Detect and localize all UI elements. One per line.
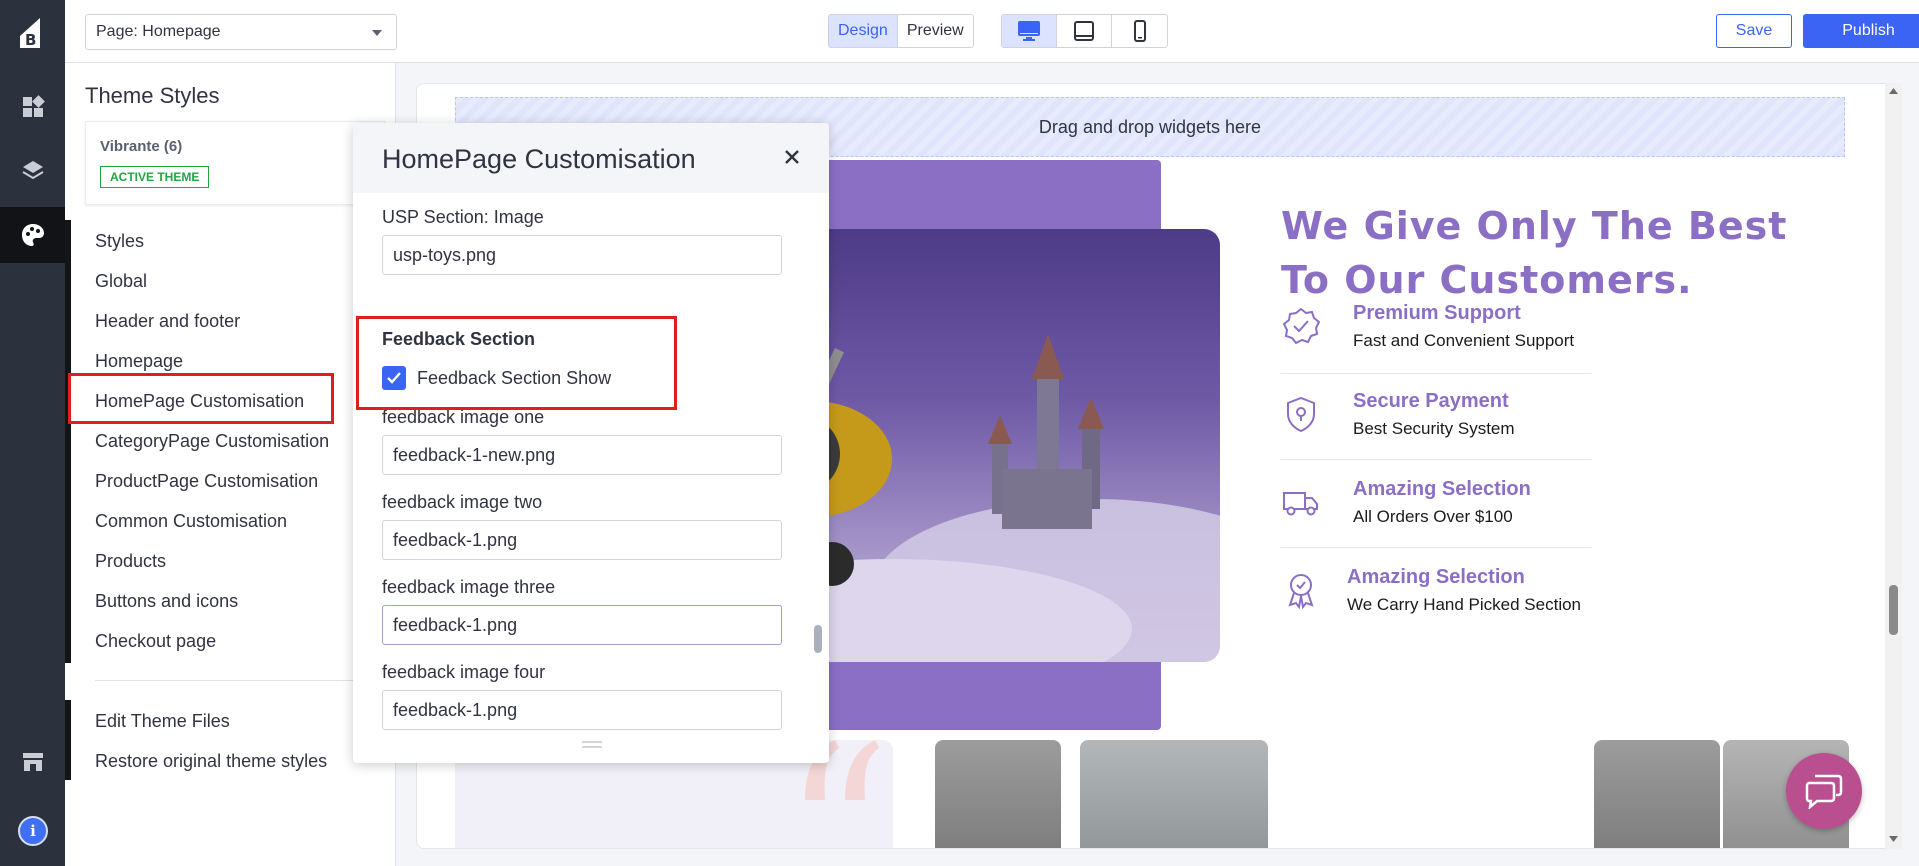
theme-name: Vibrante (6) [100, 138, 183, 155]
sidebar-item-styles[interactable]: Styles [95, 231, 144, 252]
usp-divider [1281, 459, 1591, 460]
theme-card: Vibrante (6) ACTIVE THEME [85, 121, 385, 205]
sidebar-item-productpage-customisation[interactable]: ProductPage Customisation [95, 471, 318, 492]
widgets-icon[interactable] [0, 79, 65, 135]
usp-item: Amazing Selection All Orders Over $100 [1281, 478, 1591, 528]
modal-scrollbar[interactable] [813, 205, 823, 745]
page-select-value: Page: Homepage [96, 23, 221, 40]
feedback-image-one-field[interactable]: feedback-1-new.png [382, 435, 782, 475]
tablet-icon [1074, 21, 1094, 41]
scroll-down-icon[interactable] [1888, 835, 1899, 843]
sidebar-item-header-footer[interactable]: Header and footer [95, 311, 240, 332]
homepage-customisation-modal: HomePage Customisation USP Section: Imag… [353, 123, 829, 763]
panel-title: Theme Styles [85, 83, 220, 108]
scroll-up-icon[interactable] [1888, 87, 1899, 95]
info-glyph: i [30, 822, 36, 840]
feedback-image-one-label: feedback image one [382, 407, 545, 427]
nav-accent-bar [65, 220, 71, 663]
feedback-image-four-field[interactable]: feedback-1.png [382, 690, 782, 730]
desktop-icon [1018, 21, 1040, 41]
feedback-photo [935, 740, 1061, 848]
page-select[interactable]: Page: Homepage [85, 14, 397, 50]
resize-grip-icon[interactable] [582, 741, 602, 748]
scrollbar-thumb[interactable] [1889, 585, 1898, 635]
usp-title: We Give Only The Best To Our Customers. [1281, 204, 1788, 302]
feedback-image-three-label: feedback image three [382, 577, 556, 597]
chat-button[interactable] [1786, 753, 1862, 829]
info-icon[interactable]: i [18, 816, 48, 846]
modal-scrollbar-thumb[interactable] [814, 625, 822, 653]
preview-mode-button[interactable]: Preview [897, 15, 973, 47]
publish-button[interactable]: Publish [1803, 14, 1919, 48]
sidebar-item-checkout-page[interactable]: Checkout page [95, 631, 216, 652]
top-toolbar: Page: Homepage Design Preview Save Publi… [65, 0, 1919, 63]
sidebar-item-buttons-icons[interactable]: Buttons and icons [95, 591, 238, 612]
sidebar-item-homepage[interactable]: Homepage [95, 351, 183, 372]
truck-icon [1283, 492, 1318, 516]
sidebar-item-products[interactable]: Products [95, 551, 166, 572]
desktop-view-button[interactable] [1002, 15, 1057, 47]
usp-item-title: Secure Payment [1353, 390, 1509, 412]
feedback-photo [1080, 740, 1268, 848]
feedback-photo [1594, 740, 1720, 848]
tablet-view-button[interactable] [1057, 15, 1112, 47]
palette-icon[interactable] [0, 207, 65, 263]
nav-accent-bar-footer [65, 700, 71, 780]
layers-icon[interactable] [0, 143, 65, 199]
bigcommerce-logo-icon[interactable]: B [16, 16, 48, 50]
usp-item-subtitle: Fast and Convenient Support [1353, 331, 1575, 350]
edit-theme-files-link[interactable]: Edit Theme Files [95, 711, 230, 732]
chevron-down-icon [372, 30, 382, 36]
usp-divider [1281, 547, 1591, 548]
close-icon[interactable] [778, 143, 806, 171]
feedback-image-two-label: feedback image two [382, 492, 543, 512]
restore-theme-styles-link[interactable]: Restore original theme styles [95, 751, 327, 772]
feedback-image-three-field[interactable]: feedback-1.png [382, 605, 782, 645]
usp-item: Premium Support Fast and Convenient Supp… [1281, 302, 1591, 352]
usp-item-title: Amazing Selection [1353, 478, 1531, 500]
mode-toggle: Design Preview [828, 14, 974, 48]
usp-item-subtitle: Best Security System [1353, 419, 1515, 438]
mobile-view-button[interactable] [1112, 15, 1167, 47]
modal-title: HomePage Customisation [382, 144, 696, 174]
save-button[interactable]: Save [1716, 14, 1792, 48]
usp-item: Secure Payment Best Security System [1281, 390, 1591, 440]
preview-scrollbar[interactable] [1885, 83, 1902, 849]
usp-item-subtitle: We Carry Hand Picked Section [1347, 595, 1582, 614]
usp-item-subtitle: All Orders Over $100 [1353, 507, 1513, 526]
usp-divider [1281, 373, 1591, 374]
left-rail: B i [0, 0, 65, 866]
divider [95, 680, 381, 681]
shield-icon [1287, 396, 1315, 433]
usp-item-title: Amazing Selection [1347, 566, 1525, 588]
usp-item-title: Premium Support [1353, 302, 1521, 324]
highlight-feedback-section [356, 316, 677, 410]
sidebar-item-common-customisation[interactable]: Common Customisation [95, 511, 287, 532]
active-theme-badge: ACTIVE THEME [100, 166, 210, 188]
design-mode-button[interactable]: Design [829, 15, 898, 47]
usp-item: Amazing Selection We Carry Hand Picked S… [1281, 566, 1591, 636]
highlight-homepage-customisation [68, 373, 334, 424]
modal-header: HomePage Customisation [353, 123, 829, 193]
feedback-image-two-field[interactable]: feedback-1.png [382, 520, 782, 560]
usp-image-field[interactable]: usp-toys.png [382, 235, 782, 275]
storefront-icon[interactable] [0, 734, 65, 790]
svg-text:B: B [25, 31, 36, 49]
theme-styles-panel: Theme Styles Vibrante (6) ACTIVE THEME S… [65, 63, 396, 866]
device-toggle [1001, 14, 1168, 48]
mobile-icon [1133, 20, 1146, 42]
award-icon [1288, 574, 1314, 610]
sidebar-item-global[interactable]: Global [95, 271, 147, 292]
badge-check-icon [1282, 307, 1321, 345]
sidebar-item-categorypage-customisation[interactable]: CategoryPage Customisation [95, 431, 329, 452]
feedback-image-four-label: feedback image four [382, 662, 546, 682]
chat-icon [1805, 774, 1843, 809]
usp-image-label: USP Section: Image [382, 207, 544, 227]
